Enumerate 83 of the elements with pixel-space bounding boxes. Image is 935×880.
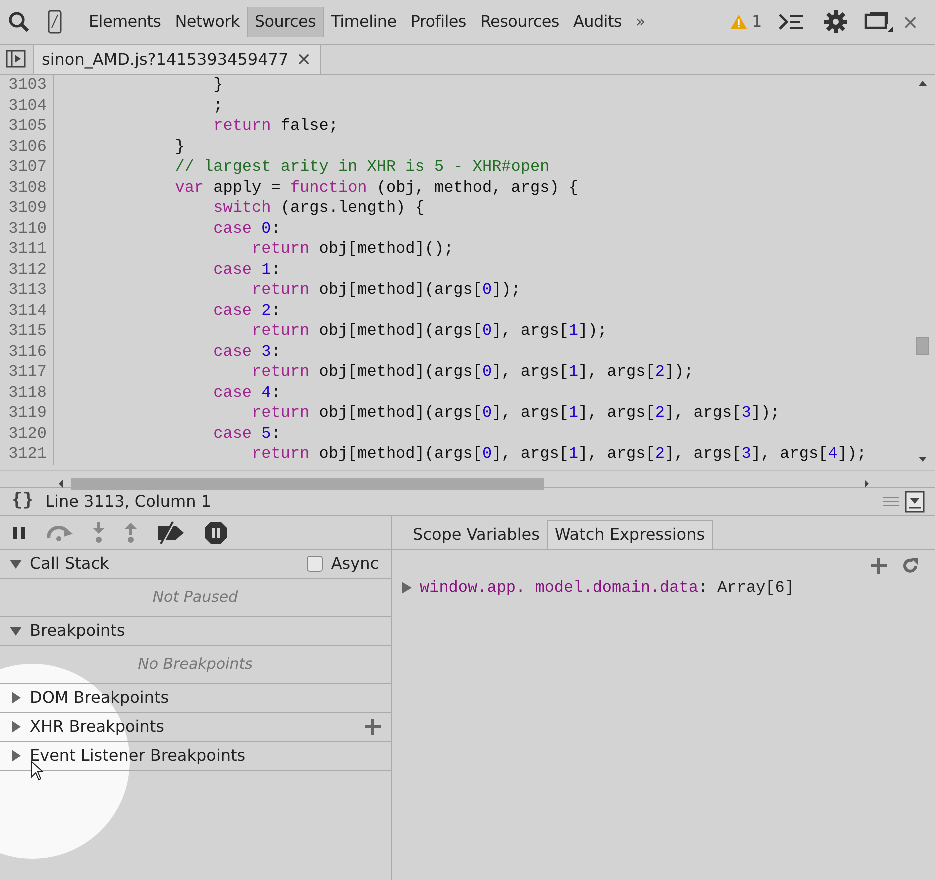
line-number: 3117 [0, 362, 54, 382]
line-number: 3107 [0, 157, 54, 178]
mouse-cursor-icon [31, 761, 45, 781]
code-line: case 1: [212, 260, 281, 280]
line-number: 3104 [0, 96, 54, 116]
code-line: case 3: [212, 342, 281, 362]
console-icon[interactable] [778, 12, 804, 32]
deactivate-breakpoints-icon[interactable] [156, 520, 186, 544]
expand-triangle-icon[interactable] [10, 721, 22, 733]
expand-triangle-icon[interactable] [402, 582, 412, 594]
panel-tab[interactable]: Network [168, 7, 247, 37]
line-number: 3116 [0, 342, 54, 362]
code-line: var apply = function (obj, method, args) { [174, 178, 578, 198]
close-button[interactable]: × [894, 0, 927, 44]
line-number: 3121 [0, 444, 54, 464]
line-number: 3109 [0, 198, 54, 218]
line-number: 3119 [0, 403, 54, 424]
section-title[interactable]: Event Listener Breakpoints [30, 744, 246, 768]
section-title[interactable]: DOM Breakpoints [30, 686, 170, 710]
watch-expression[interactable]: window.app. model.domain.data: Array[6] [420, 576, 794, 600]
line-number: 3103 [0, 75, 54, 96]
empty-message: No Breakpoints [138, 654, 253, 676]
code-line: switch (args.length) { [212, 198, 425, 218]
panel-tab[interactable]: Timeline [324, 7, 404, 37]
close-tab-button[interactable]: × [296, 46, 312, 73]
code-line: return obj[method](args[0], args[1], args[2]); [251, 362, 694, 382]
code-line: return obj[method](args[0], args[1]); [251, 321, 608, 342]
line-number: 3118 [0, 382, 54, 403]
file-tab[interactable]: sinon_AMD.js?1415393459477 × [33, 44, 321, 74]
code-line: } [174, 136, 185, 157]
cursor-position: Line 3113, Column 1 [46, 490, 212, 512]
async-label: Async [331, 553, 379, 575]
line-number: 3113 [0, 280, 54, 300]
panel-tab[interactable]: Profiles [404, 7, 474, 37]
code-line: return obj[method](args[0]); [251, 280, 521, 300]
section-title[interactable]: XHR Breakpoints [30, 715, 164, 739]
add-icon[interactable] [871, 558, 887, 574]
line-number: 3108 [0, 178, 54, 198]
sidebar-tab[interactable]: Watch Expressions [546, 520, 714, 549]
code-line: ; [212, 96, 224, 116]
line-number: 3112 [0, 260, 54, 280]
more-tabs-button[interactable]: » [628, 7, 652, 37]
code-line: // largest arity in XHR is 5 - XHR#open [174, 157, 550, 178]
expand-triangle-icon[interactable] [10, 750, 22, 762]
code-line: return obj[method](args[0], args[1], args[2], args[3], args[4]); [251, 444, 867, 464]
panel-tab[interactable]: Elements [82, 7, 168, 37]
line-number: 3114 [0, 300, 54, 321]
panel-tab[interactable]: Audits [566, 7, 629, 37]
empty-message: Not Paused [152, 587, 238, 608]
line-number: 3120 [0, 424, 54, 444]
code-line: case 5: [212, 424, 281, 444]
line-number: 3110 [0, 218, 54, 239]
expand-triangle-icon[interactable] [10, 692, 22, 704]
async-checkbox[interactable] [307, 556, 324, 572]
dock-icon[interactable] [864, 10, 894, 34]
pause-on-exceptions-icon[interactable] [204, 520, 228, 544]
pretty-print-button[interactable]: {} [0, 488, 46, 515]
code-line: case 0: [212, 218, 281, 239]
refresh-icon[interactable] [903, 558, 919, 574]
collapse-triangle-icon[interactable] [10, 625, 22, 637]
section-title[interactable]: Call Stack [30, 552, 110, 576]
collapse-triangle-icon[interactable] [10, 558, 22, 570]
line-number: 3115 [0, 321, 54, 342]
code-line: case 2: [212, 300, 281, 321]
drawer-toggle-icon[interactable] [905, 490, 925, 512]
add-icon[interactable] [365, 719, 381, 735]
code-line: return false; [212, 116, 338, 136]
sidebar-toggle-icon[interactable] [6, 50, 26, 68]
search-icon[interactable] [8, 11, 30, 33]
code-line: return obj[method](args[0], args[1], args[2], args[3]); [251, 403, 780, 424]
panel-tab[interactable]: Sources [246, 7, 324, 37]
line-number: 3106 [0, 136, 54, 157]
line-number: 3105 [0, 116, 54, 136]
code-line: case 4: [212, 382, 281, 403]
code-line: return obj[method](); [251, 239, 454, 260]
sidebar-tab[interactable]: Scope Variables [406, 520, 547, 549]
settings-icon[interactable] [824, 10, 848, 34]
phone-icon[interactable] [48, 10, 62, 34]
code-line: } [212, 75, 224, 96]
line-number: 3111 [0, 239, 54, 260]
section-title[interactable]: Breakpoints [30, 619, 126, 643]
warning-count[interactable]: 1 [752, 10, 762, 34]
panel-tab[interactable]: Resources [473, 7, 566, 37]
